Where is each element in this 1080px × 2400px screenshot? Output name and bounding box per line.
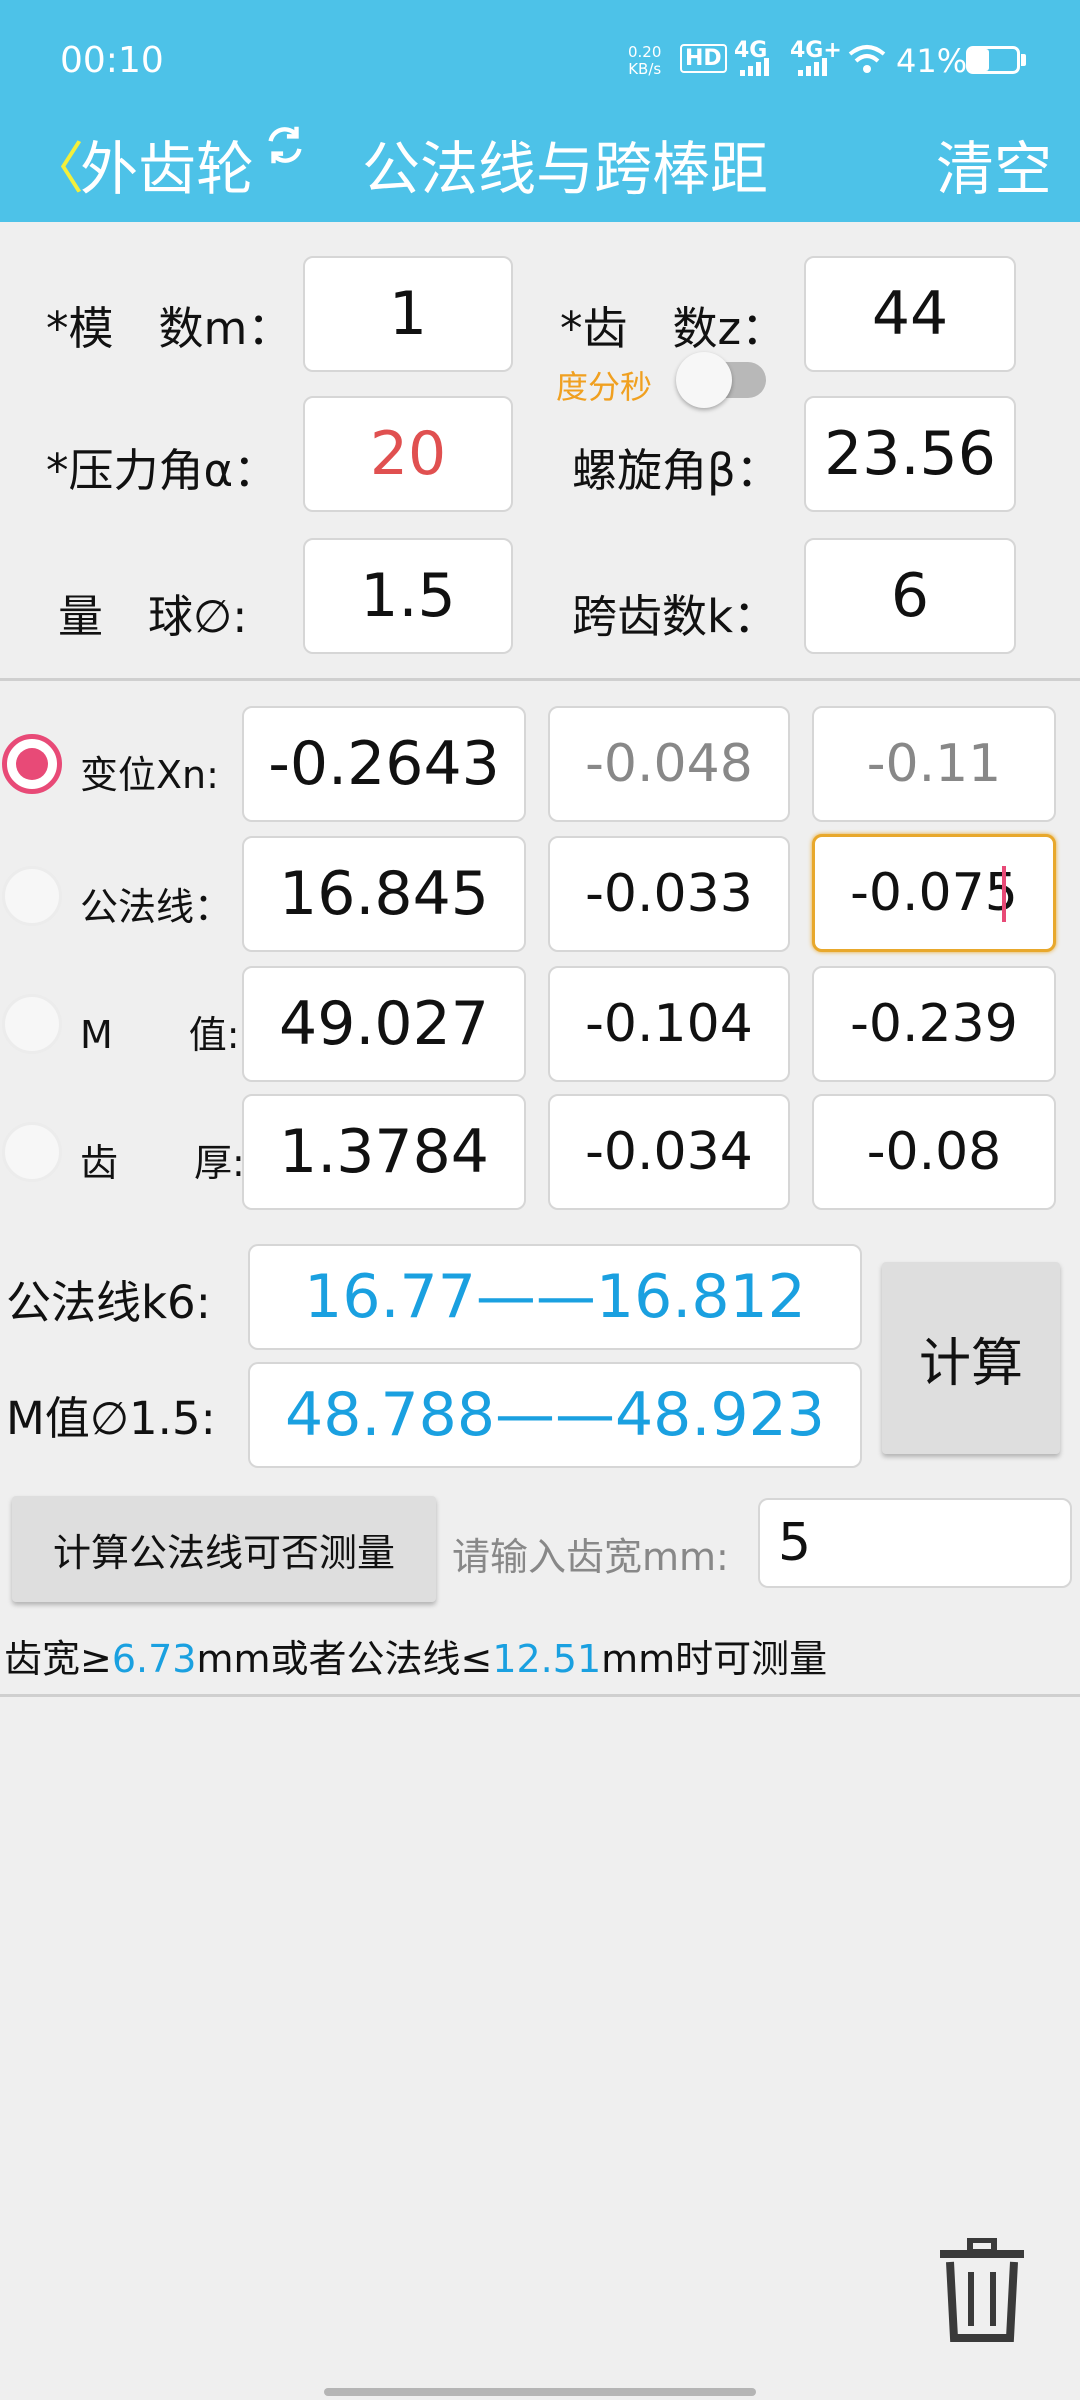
clear-button[interactable]: 清空 bbox=[936, 122, 1052, 206]
pressure-angle-label: *压力角α： bbox=[46, 444, 279, 497]
row-label-offset: 变位Xn: bbox=[80, 753, 219, 797]
network-speed-unit: KB/s bbox=[628, 60, 662, 78]
row-label-tooth-thickness: 齿 厚: bbox=[80, 1141, 245, 1185]
wifi-icon bbox=[848, 45, 886, 73]
helix-angle-label: 螺旋角β： bbox=[572, 444, 781, 497]
row-label-common-normal: 公法线： bbox=[80, 885, 233, 929]
row-label-m-value: M 值: bbox=[80, 1013, 240, 1057]
divider bbox=[0, 1694, 1080, 1697]
text-cursor bbox=[1002, 866, 1006, 922]
module-label: *模 数m： bbox=[46, 302, 293, 355]
wk-result-label: 公法线k6: bbox=[6, 1276, 211, 1329]
common-normal-value-input[interactable]: 16.845 bbox=[242, 836, 526, 952]
hd-icon: HD bbox=[680, 44, 727, 73]
radio-tooth-thickness[interactable] bbox=[2, 1122, 62, 1182]
calculate-button[interactable]: 计算 bbox=[882, 1262, 1060, 1454]
module-input[interactable]: 1 bbox=[303, 256, 513, 372]
offset-upper-input[interactable]: -0.048 bbox=[548, 706, 790, 822]
span-teeth-label: 跨齿数k： bbox=[572, 590, 779, 643]
battery-percent: 41% bbox=[896, 42, 968, 80]
offset-value-input[interactable]: -0.2643 bbox=[242, 706, 526, 822]
radio-common-normal[interactable] bbox=[2, 866, 62, 926]
status-time: 00:10 bbox=[60, 40, 164, 81]
ball-diameter-input[interactable]: 1.5 bbox=[303, 538, 513, 654]
result-middle: mm或者公法线≤ bbox=[196, 1637, 493, 1681]
m-value-input[interactable]: 49.027 bbox=[242, 966, 526, 1082]
m-value-upper-input[interactable]: -0.104 bbox=[548, 966, 790, 1082]
result-suffix: mm时可测量 bbox=[601, 1637, 828, 1681]
home-indicator[interactable] bbox=[324, 2388, 756, 2396]
tooth-thickness-lower-input[interactable]: -0.08 bbox=[812, 1094, 1056, 1210]
helix-angle-input[interactable]: 23.56 bbox=[804, 396, 1016, 512]
back-icon[interactable]: 〈 bbox=[28, 124, 84, 205]
signal-icon bbox=[740, 58, 769, 76]
dms-label: 度分秒 bbox=[556, 368, 653, 406]
result-prefix: 齿宽≥ bbox=[4, 1637, 112, 1681]
refresh-icon[interactable] bbox=[262, 122, 308, 168]
divider bbox=[0, 678, 1080, 681]
signal-icon bbox=[798, 58, 827, 76]
pressure-angle-input[interactable]: 20 bbox=[303, 396, 513, 512]
measurable-result-text: 齿宽≥6.73mm或者公法线≤12.51mm时可测量 bbox=[4, 1628, 827, 1683]
trash-icon[interactable] bbox=[934, 2238, 1030, 2342]
common-normal-lower-input[interactable]: -0.075 bbox=[812, 834, 1056, 952]
m-result-label: M值∅1.5: bbox=[6, 1392, 216, 1445]
offset-lower-input[interactable]: -0.11 bbox=[812, 706, 1056, 822]
m-result-value: 48.788——48.923 bbox=[248, 1362, 862, 1468]
page-title: 公法线与跨棒距 bbox=[362, 135, 769, 203]
min-tooth-width-value: 6.73 bbox=[111, 1637, 197, 1681]
ball-diameter-label: 量 球∅: bbox=[58, 590, 248, 643]
max-common-normal-value: 12.51 bbox=[492, 1637, 602, 1681]
m-value-lower-input[interactable]: -0.239 bbox=[812, 966, 1056, 1082]
network-speed: 0.20 KB/s bbox=[628, 44, 661, 78]
teeth-label: *齿 数z： bbox=[560, 302, 787, 355]
tooth-width-label: 请输入齿宽mm: bbox=[452, 1535, 729, 1579]
wk-result-value: 16.77——16.812 bbox=[248, 1244, 862, 1350]
check-measurable-button[interactable]: 计算公法线可否测量 bbox=[12, 1496, 436, 1602]
span-teeth-input[interactable]: 6 bbox=[804, 538, 1016, 654]
dms-toggle[interactable] bbox=[676, 352, 768, 408]
radio-m-value[interactable] bbox=[2, 994, 62, 1054]
tooth-thickness-value-input[interactable]: 1.3784 bbox=[242, 1094, 526, 1210]
app-header: 00:10 0.20 KB/s HD 4G 4G+ 41% 〈 外齿轮 公法线与… bbox=[0, 0, 1080, 222]
radio-offset[interactable] bbox=[2, 734, 62, 794]
tooth-thickness-upper-input[interactable]: -0.034 bbox=[548, 1094, 790, 1210]
battery-icon bbox=[966, 46, 1020, 74]
tooth-width-input[interactable]: 5 bbox=[758, 1498, 1072, 1588]
teeth-input[interactable]: 44 bbox=[804, 256, 1016, 372]
common-normal-upper-input[interactable]: -0.033 bbox=[548, 836, 790, 952]
battery-tip bbox=[1021, 54, 1026, 66]
network-speed-value: 0.20 bbox=[628, 43, 662, 61]
gear-type-selector[interactable]: 外齿轮 bbox=[80, 122, 254, 206]
